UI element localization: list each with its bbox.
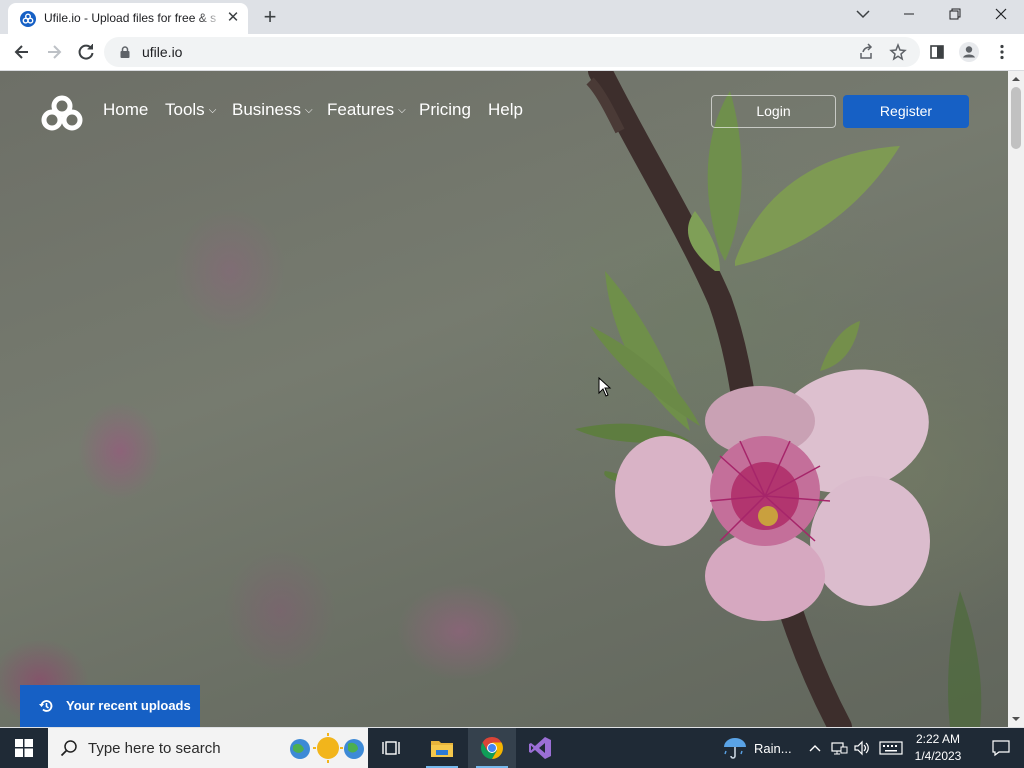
volume-icon[interactable] xyxy=(852,738,872,758)
show-hidden-icons-button[interactable] xyxy=(805,738,825,758)
bookmark-star-icon[interactable] xyxy=(884,38,912,66)
more-menu-icon[interactable] xyxy=(988,38,1016,66)
recent-uploads-label: Your recent uploads xyxy=(66,698,191,713)
back-arrow-icon[interactable] xyxy=(8,38,36,66)
hero-flower-image xyxy=(575,71,982,727)
nav-home-link[interactable]: Home xyxy=(103,100,148,120)
new-tab-button[interactable]: + xyxy=(258,5,282,29)
search-placeholder: Type here to search xyxy=(88,740,221,757)
register-button[interactable]: Register xyxy=(843,95,969,128)
clock-date: 1/4/2023 xyxy=(914,749,962,763)
taskbar-search-box[interactable]: Type here to search xyxy=(48,728,368,768)
folder-icon xyxy=(431,741,453,757)
tab-close-icon[interactable]: ✕ xyxy=(224,9,242,27)
address-bar[interactable]: ufile.io xyxy=(104,37,920,67)
lock-icon xyxy=(120,46,130,58)
weather-text: Rain... xyxy=(754,741,792,756)
network-icon[interactable] xyxy=(829,738,849,758)
scroll-down-icon[interactable] xyxy=(1012,715,1020,723)
chrome-icon xyxy=(481,737,503,759)
page-viewport: Home Tools ⌵ Business ⌵ Features ⌵ Pricing … xyxy=(0,71,1008,727)
login-button[interactable]: Login xyxy=(711,95,836,128)
minimize-icon[interactable] xyxy=(886,0,932,30)
task-view-icon xyxy=(382,741,400,755)
nav-tools-menu[interactable]: Tools ⌵ xyxy=(165,100,216,120)
page-scrollbar[interactable] xyxy=(1008,71,1024,727)
tab-search-icon[interactable] xyxy=(840,0,886,30)
ufile-favicon-icon xyxy=(20,11,36,27)
url-text: ufile.io xyxy=(142,44,183,60)
browser-tab[interactable]: Ufile.io - Upload files for free & s ✕ xyxy=(8,3,248,34)
notifications-button[interactable] xyxy=(978,728,1024,768)
tab-title: Ufile.io - Upload files for free & s xyxy=(44,11,217,25)
taskbar-clock[interactable]: 2:22 AM 1/4/2023 xyxy=(904,731,972,765)
chrome-taskbar-button[interactable] xyxy=(468,728,516,768)
chevron-down-icon: ⌵ xyxy=(208,105,217,116)
restore-icon[interactable] xyxy=(932,0,978,30)
tab-strip: Ufile.io - Upload files for free & s ✕ + xyxy=(0,0,1024,34)
side-panel-icon[interactable] xyxy=(923,38,951,66)
share-icon[interactable] xyxy=(852,38,880,66)
close-window-icon[interactable] xyxy=(978,0,1024,30)
chevron-down-icon: ⌵ xyxy=(398,105,406,116)
ufile-logo-icon[interactable] xyxy=(38,93,86,133)
chevron-down-icon: ⌵ xyxy=(304,105,313,116)
visual-studio-button[interactable] xyxy=(516,728,564,768)
search-icon xyxy=(60,740,77,757)
forward-arrow-icon[interactable] xyxy=(40,38,68,66)
windows-taskbar: Type here to search Rain... 2:22 AM 1/4/… xyxy=(0,728,1024,768)
profile-avatar-icon[interactable] xyxy=(955,38,983,66)
search-highlight-art-icon xyxy=(290,733,364,763)
file-explorer-button[interactable] xyxy=(418,728,466,768)
start-button[interactable] xyxy=(0,728,48,768)
history-icon xyxy=(39,700,53,712)
browser-toolbar: ufile.io xyxy=(0,34,1024,71)
nav-features-menu[interactable]: Features ⌵ xyxy=(327,100,406,120)
recent-uploads-button[interactable]: Your recent uploads xyxy=(20,685,200,727)
task-view-button[interactable] xyxy=(368,728,416,768)
site-navigation: Home Tools ⌵ Business ⌵ Features ⌵ Pricing … xyxy=(0,71,1008,151)
umbrella-icon xyxy=(724,738,746,759)
visual-studio-icon xyxy=(529,737,551,759)
scroll-up-icon[interactable] xyxy=(1012,75,1020,83)
mouse-cursor-icon xyxy=(598,377,612,397)
windows-logo-icon xyxy=(15,739,33,757)
nav-pricing-link[interactable]: Pricing xyxy=(419,100,471,120)
chevron-up-icon xyxy=(809,745,821,752)
nav-help-link[interactable]: Help xyxy=(488,100,523,120)
clock-time: 2:22 AM xyxy=(915,732,961,746)
weather-widget[interactable]: Rain... xyxy=(716,728,804,768)
scroll-thumb[interactable] xyxy=(1011,87,1021,149)
keyboard-icon[interactable] xyxy=(878,738,904,758)
reload-icon[interactable] xyxy=(72,38,100,66)
nav-business-menu[interactable]: Business ⌵ xyxy=(232,100,313,120)
notification-icon xyxy=(992,740,1010,757)
